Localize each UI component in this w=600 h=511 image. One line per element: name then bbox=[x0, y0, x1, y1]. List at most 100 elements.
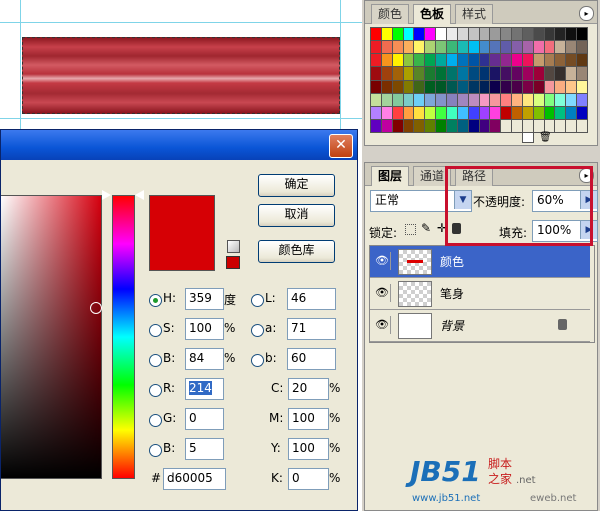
radio-saturation[interactable] bbox=[149, 324, 162, 337]
color-swatch[interactable] bbox=[544, 80, 555, 93]
color-swatch[interactable] bbox=[446, 54, 457, 67]
color-swatch[interactable] bbox=[555, 41, 566, 54]
tab-layers[interactable]: 图层 bbox=[371, 166, 410, 186]
trash-icon[interactable]: 🗑 bbox=[539, 132, 552, 143]
color-swatch[interactable] bbox=[555, 80, 566, 93]
color-swatch[interactable] bbox=[446, 93, 457, 106]
color-swatch[interactable] bbox=[533, 106, 544, 119]
color-swatch[interactable] bbox=[512, 54, 522, 67]
color-swatch[interactable] bbox=[512, 119, 522, 132]
color-swatch[interactable] bbox=[457, 80, 468, 93]
color-swatch[interactable] bbox=[512, 41, 522, 54]
color-swatch[interactable] bbox=[436, 54, 446, 67]
radio-green[interactable] bbox=[149, 414, 162, 427]
color-swatch[interactable] bbox=[479, 67, 490, 80]
close-icon[interactable]: ✕ bbox=[329, 134, 353, 158]
color-swatch[interactable] bbox=[414, 119, 425, 132]
color-swatch[interactable] bbox=[457, 28, 468, 41]
web-safe-color-swatch[interactable] bbox=[226, 256, 240, 269]
color-swatch[interactable] bbox=[371, 41, 381, 54]
eye-icon[interactable]: 👁 bbox=[374, 252, 391, 270]
color-swatch[interactable] bbox=[403, 119, 414, 132]
color-swatch[interactable] bbox=[381, 93, 392, 106]
brightness-field[interactable]: 84 bbox=[185, 348, 224, 370]
dialog-titlebar[interactable]: ✕ bbox=[1, 130, 357, 160]
color-swatch[interactable] bbox=[533, 119, 544, 132]
tab-swatches[interactable]: 色板 bbox=[413, 4, 452, 24]
web-safe-cube-icon[interactable] bbox=[227, 240, 240, 253]
color-swatch[interactable] bbox=[457, 67, 468, 80]
color-swatch[interactable] bbox=[468, 106, 479, 119]
color-swatch[interactable] bbox=[414, 93, 425, 106]
color-swatch[interactable] bbox=[381, 67, 392, 80]
color-swatch[interactable] bbox=[446, 119, 457, 132]
eye-icon[interactable]: 👁 bbox=[374, 284, 391, 302]
red-field[interactable]: 214 bbox=[185, 378, 224, 400]
color-swatch[interactable] bbox=[501, 119, 512, 132]
black-field[interactable]: 0 bbox=[288, 468, 329, 490]
color-swatch[interactable] bbox=[566, 54, 577, 67]
cancel-button[interactable]: 取消 bbox=[258, 204, 335, 227]
color-swatch[interactable] bbox=[414, 28, 425, 41]
color-swatch[interactable] bbox=[577, 28, 587, 41]
color-swatch[interactable] bbox=[403, 54, 414, 67]
color-swatch[interactable] bbox=[512, 93, 522, 106]
eye-icon[interactable]: 👁 bbox=[374, 316, 391, 334]
color-swatch[interactable] bbox=[425, 67, 436, 80]
color-swatch[interactable] bbox=[403, 41, 414, 54]
color-swatch[interactable] bbox=[522, 28, 533, 41]
color-field[interactable] bbox=[1, 195, 102, 479]
new-swatch-icon[interactable] bbox=[522, 132, 534, 143]
color-swatch[interactable] bbox=[522, 106, 533, 119]
color-swatch[interactable] bbox=[501, 80, 512, 93]
color-swatch[interactable] bbox=[490, 41, 501, 54]
layer-row[interactable]: 👁 背景 bbox=[370, 310, 590, 342]
color-swatch[interactable] bbox=[425, 28, 436, 41]
color-swatch[interactable] bbox=[479, 80, 490, 93]
color-swatch[interactable] bbox=[577, 54, 587, 67]
color-swatch[interactable] bbox=[457, 41, 468, 54]
color-swatch[interactable] bbox=[490, 54, 501, 67]
color-swatch[interactable] bbox=[392, 119, 403, 132]
color-swatch[interactable] bbox=[436, 28, 446, 41]
color-swatch[interactable] bbox=[533, 54, 544, 67]
color-swatch[interactable] bbox=[490, 67, 501, 80]
color-swatch[interactable] bbox=[555, 119, 566, 132]
hue-slider-right-icon[interactable] bbox=[135, 190, 144, 200]
cyan-field[interactable]: 20 bbox=[288, 378, 329, 400]
color-swatch[interactable] bbox=[501, 93, 512, 106]
color-swatch[interactable] bbox=[371, 93, 381, 106]
hue-slider-left-icon[interactable] bbox=[102, 190, 111, 200]
color-swatch[interactable] bbox=[522, 93, 533, 106]
color-swatch[interactable] bbox=[533, 41, 544, 54]
color-swatch[interactable] bbox=[403, 106, 414, 119]
color-swatch[interactable] bbox=[436, 93, 446, 106]
color-swatch[interactable] bbox=[522, 67, 533, 80]
color-swatch[interactable] bbox=[544, 28, 555, 41]
color-swatch[interactable] bbox=[533, 67, 544, 80]
color-swatch[interactable] bbox=[566, 119, 577, 132]
color-field-marker[interactable] bbox=[90, 302, 102, 314]
lab-l-field[interactable]: 46 bbox=[287, 288, 336, 310]
magenta-field[interactable]: 100 bbox=[288, 408, 329, 430]
color-swatch[interactable] bbox=[436, 67, 446, 80]
color-swatch[interactable] bbox=[403, 67, 414, 80]
color-swatch[interactable] bbox=[457, 106, 468, 119]
saturation-field[interactable]: 100 bbox=[185, 318, 224, 340]
color-swatch[interactable] bbox=[468, 54, 479, 67]
color-swatch[interactable] bbox=[381, 28, 392, 41]
color-swatch[interactable] bbox=[577, 106, 587, 119]
color-swatch[interactable] bbox=[425, 106, 436, 119]
color-swatch[interactable] bbox=[414, 54, 425, 67]
color-swatch[interactable] bbox=[436, 80, 446, 93]
hue-field[interactable]: 359 bbox=[185, 288, 224, 310]
color-swatch[interactable] bbox=[468, 119, 479, 132]
yellow-field[interactable]: 100 bbox=[288, 438, 329, 460]
color-swatch[interactable] bbox=[371, 80, 381, 93]
layer-row[interactable]: 👁 笔身 bbox=[370, 278, 590, 310]
color-swatch[interactable] bbox=[577, 93, 587, 106]
color-swatch[interactable] bbox=[468, 80, 479, 93]
color-swatch[interactable] bbox=[577, 67, 587, 80]
color-swatch[interactable] bbox=[371, 54, 381, 67]
color-swatch[interactable] bbox=[544, 119, 555, 132]
